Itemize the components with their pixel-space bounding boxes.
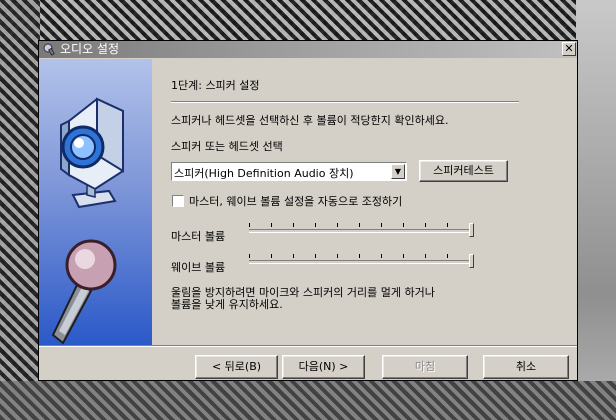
background-photo-right — [576, 0, 616, 420]
audio-settings-dialog: 오디오 설정 ✕ 1단계: 스피커 설정 스피커나 헤드셋을 선택하신 후 볼륨… — [38, 40, 578, 381]
back-button[interactable]: < 뒤로(B) — [195, 355, 278, 379]
advice-line-2: 볼륨을 낮게 유지하세요. — [171, 298, 283, 311]
cancel-button[interactable]: 취소 — [483, 355, 569, 379]
wave-volume-ticks — [249, 254, 471, 258]
next-button[interactable]: 다음(N) > — [282, 355, 365, 379]
background-photo-top — [0, 0, 616, 40]
master-volume-slider[interactable] — [249, 229, 471, 233]
step-title: 1단계: 스피커 설정 — [171, 79, 260, 92]
auto-adjust-label[interactable]: 마스터, 웨이브 볼륨 설정을 자동으로 조정하기 — [189, 193, 402, 209]
audio-settings-icon — [42, 43, 56, 56]
window-title: 오디오 설정 — [60, 42, 120, 56]
background-photo-left — [0, 0, 40, 420]
instruction-text: 스피커나 헤드셋을 선택하신 후 볼륨이 적당한지 확인하세요. — [171, 114, 449, 127]
device-select[interactable]: 스피커(High Definition Audio 장치) ▼ — [171, 162, 407, 181]
wave-volume-slider[interactable] — [249, 260, 471, 264]
wave-volume-thumb[interactable] — [468, 254, 474, 268]
close-icon: ✕ — [564, 42, 574, 55]
master-volume-thumb[interactable] — [468, 223, 474, 237]
auto-adjust-checkbox[interactable] — [172, 195, 184, 207]
close-button[interactable]: ✕ — [562, 42, 576, 56]
microphone-icon — [51, 239, 117, 345]
chevron-down-icon[interactable]: ▼ — [391, 164, 405, 179]
wave-volume-label: 웨이브 볼륨 — [171, 261, 226, 274]
footer-divider — [39, 345, 577, 347]
master-volume-ticks — [249, 223, 471, 227]
webcam-icon — [60, 97, 124, 209]
speaker-test-button[interactable]: 스피커테스트 — [419, 160, 508, 182]
wizard-side-panel — [39, 59, 152, 345]
title-bar[interactable]: 오디오 설정 ✕ — [39, 41, 577, 58]
master-volume-label: 마스터 볼륨 — [171, 230, 226, 243]
header-divider — [171, 101, 519, 103]
side-illustration — [51, 97, 124, 345]
echo-advice-text: 울림을 방지하려면 마이크와 스피커의 거리를 멀게 하거나 볼륨을 낮게 유지… — [171, 287, 511, 311]
device-select-label: 스피커 또는 헤드셋 선택 — [171, 140, 283, 153]
background-photo-bottom — [0, 381, 616, 420]
finish-button[interactable]: 마침 — [382, 355, 468, 379]
device-select-value: 스피커(High Definition Audio 장치) — [174, 167, 354, 180]
